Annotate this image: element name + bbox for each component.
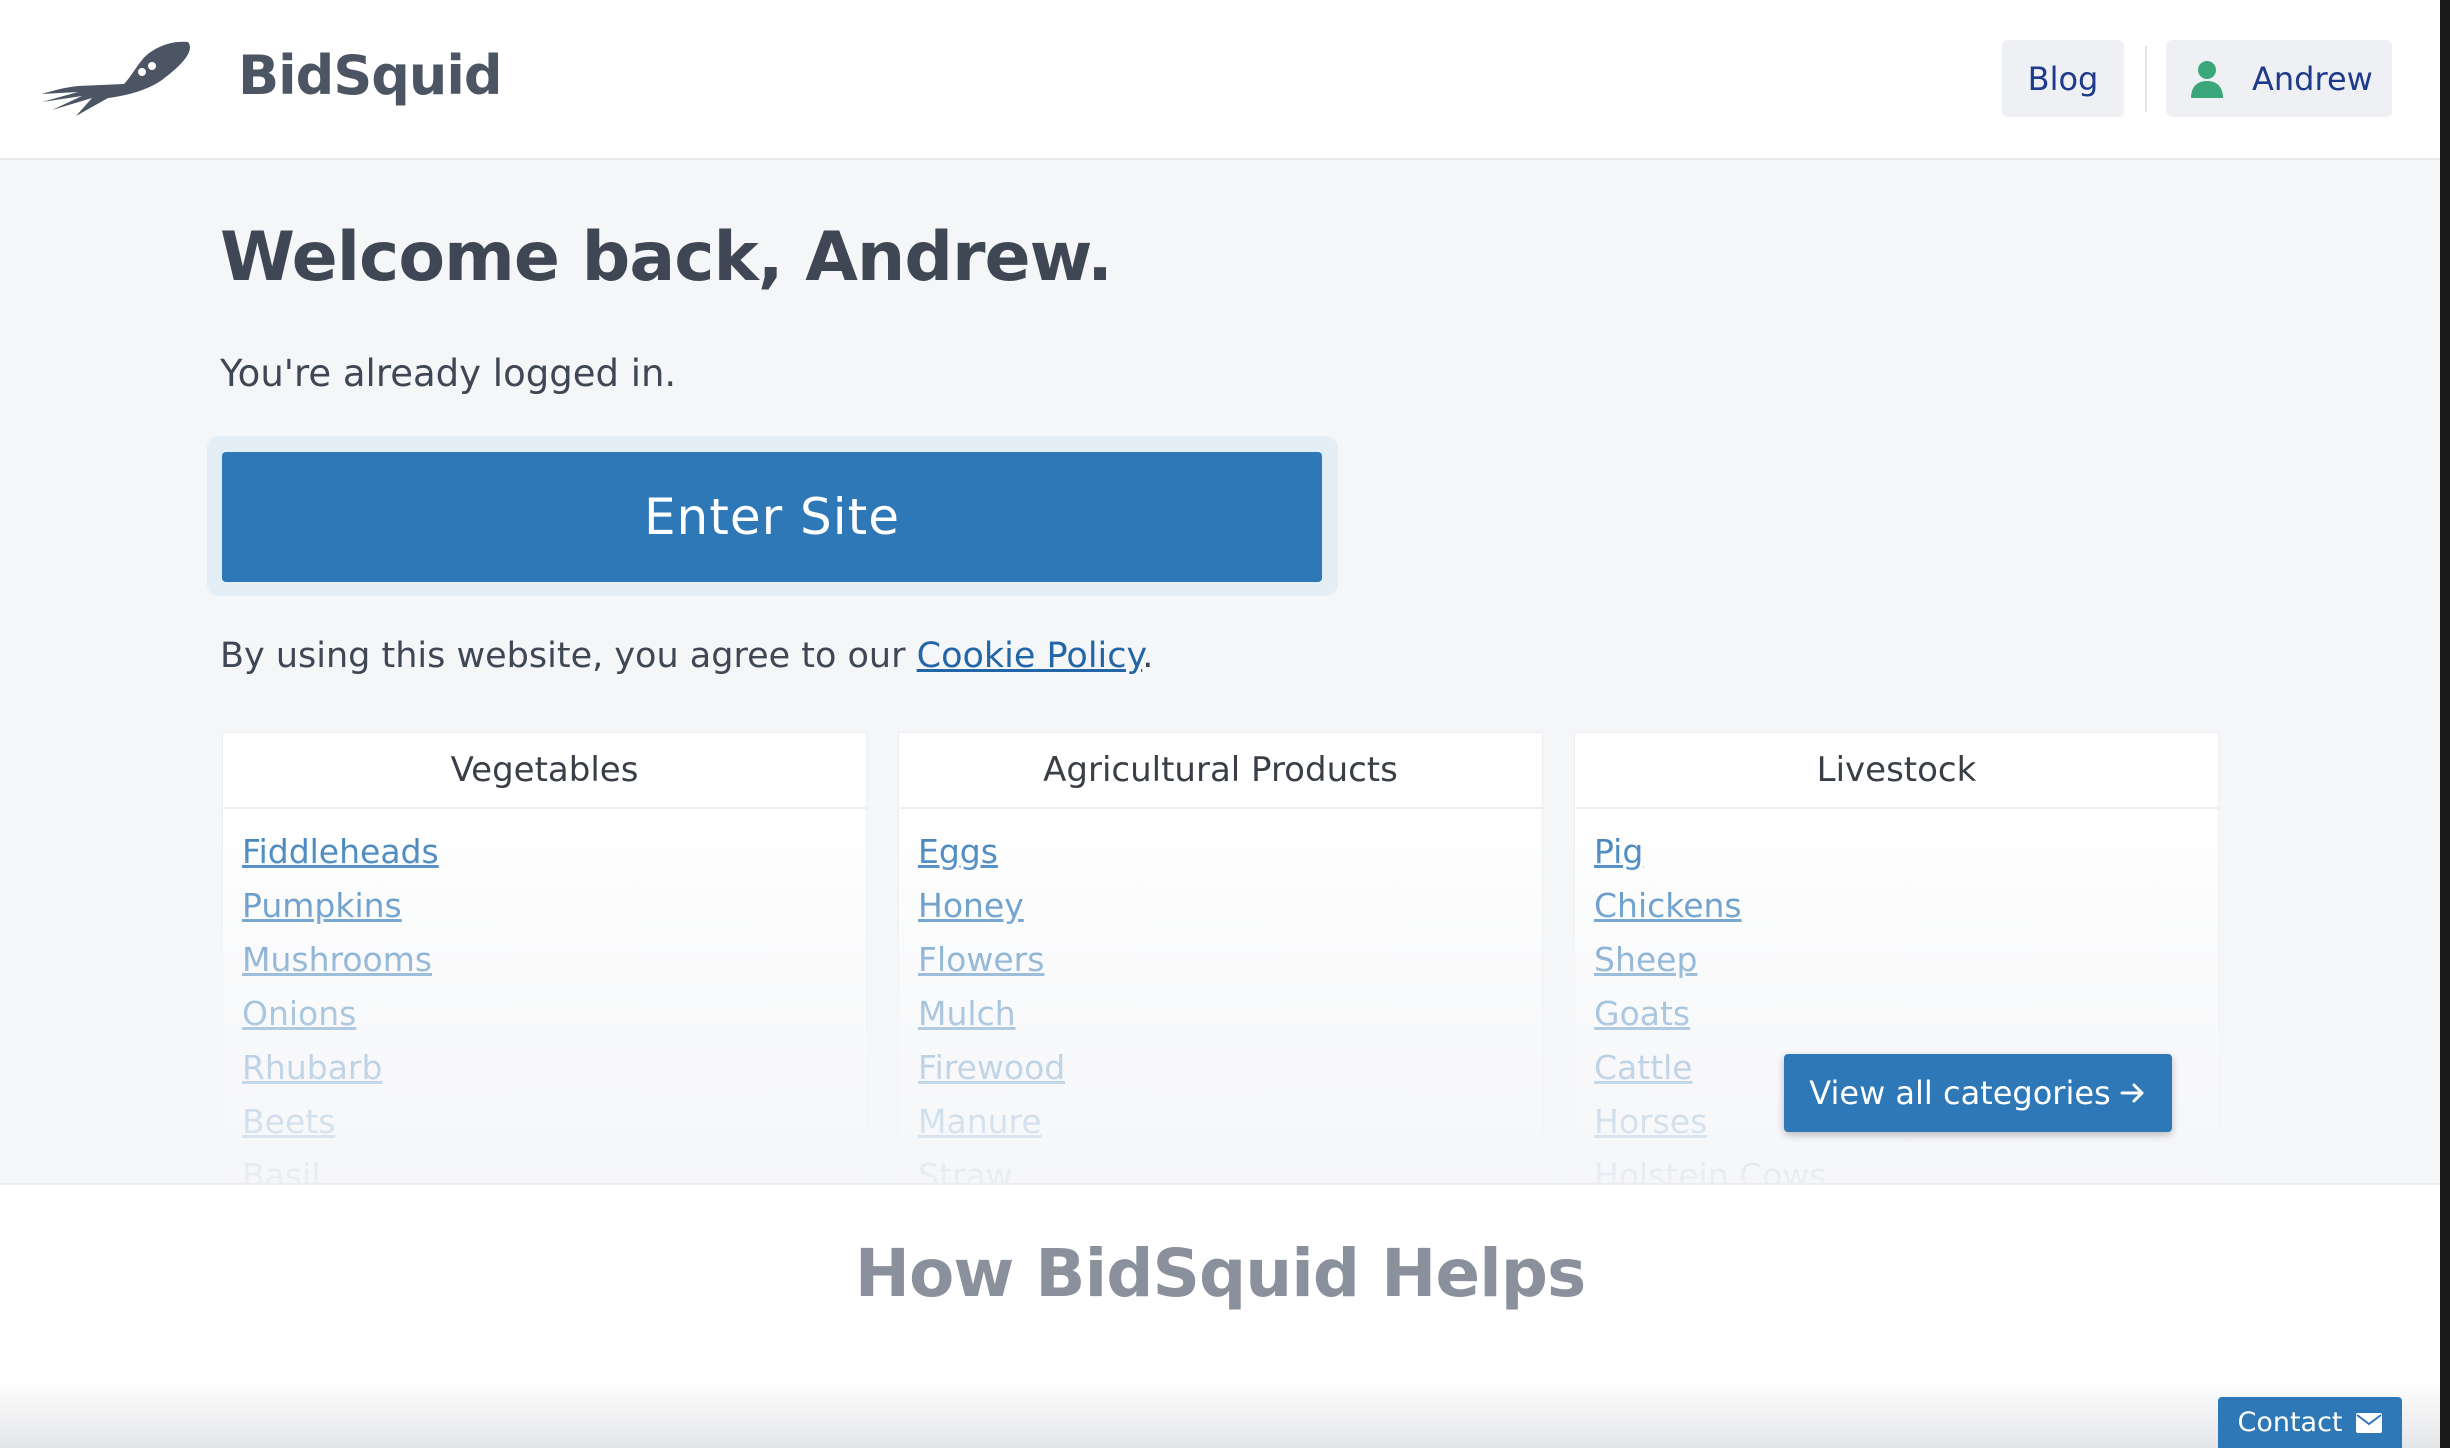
contact-button[interactable]: Contact: [2218, 1397, 2402, 1448]
nav-user-label: Andrew: [2252, 59, 2373, 98]
category-link[interactable]: Pumpkins: [242, 886, 402, 925]
brand-name[interactable]: BidSquid: [238, 44, 502, 107]
cookie-notice-text: By using this website, you agree to our: [220, 636, 917, 676]
category-link[interactable]: Chickens: [1594, 886, 1742, 925]
category-link[interactable]: Mulch: [918, 994, 1016, 1033]
nav-blog-button[interactable]: Blog: [2002, 40, 2124, 117]
category-list: Fiddleheads Pumpkins Mushrooms Onions Rh…: [223, 809, 866, 1203]
cookie-notice: By using this website, you agree to our …: [220, 636, 1153, 676]
category-title: Livestock: [1575, 733, 2218, 809]
category-link[interactable]: Pig: [1594, 832, 1643, 871]
category-title: Agricultural Products: [899, 733, 1542, 809]
site-header: BidSquid Blog Andrew: [0, 0, 2440, 160]
list-item: Chickens: [1594, 879, 2218, 933]
section-title: How BidSquid Helps: [854, 1235, 1586, 1312]
logged-in-message: You're already logged in.: [220, 352, 677, 395]
category-link[interactable]: Firewood: [918, 1048, 1065, 1087]
view-all-label: View all categories: [1809, 1074, 2111, 1112]
list-item: Manure: [918, 1095, 1542, 1149]
mail-icon: [2355, 1412, 2382, 1433]
list-item: Mushrooms: [242, 933, 866, 987]
list-item: Pumpkins: [242, 879, 866, 933]
category-list: Eggs Honey Flowers Mulch Firewood Manure…: [899, 809, 1542, 1203]
category-link[interactable]: Flowers: [918, 940, 1044, 979]
category-link[interactable]: Goats: [1594, 994, 1690, 1033]
category-link[interactable]: Fiddleheads: [242, 832, 439, 871]
cookie-policy-link[interactable]: Cookie Policy: [917, 636, 1143, 676]
arrow-right-icon: [2120, 1083, 2144, 1103]
contact-label: Contact: [2237, 1407, 2343, 1438]
category-link[interactable]: Eggs: [918, 832, 998, 871]
list-item: Beets: [242, 1095, 866, 1149]
category-link[interactable]: Manure: [918, 1102, 1042, 1141]
welcome-heading: Welcome back, Andrew.: [220, 218, 1113, 297]
list-item: Honey: [918, 879, 1542, 933]
list-item: Goats: [1594, 987, 2218, 1041]
category-link[interactable]: Horses: [1594, 1102, 1707, 1141]
category-link[interactable]: Sheep: [1594, 940, 1697, 979]
squid-logo-icon[interactable]: [38, 36, 203, 122]
list-item: Pig: [1594, 825, 2218, 879]
list-item: Sheep: [1594, 933, 2218, 987]
nav-blog-label: Blog: [2027, 59, 2099, 98]
cookie-notice-period: .: [1142, 636, 1154, 676]
category-link[interactable]: Rhubarb: [242, 1048, 382, 1087]
list-item: Flowers: [918, 933, 1542, 987]
category-link[interactable]: Honey: [918, 886, 1024, 925]
user-icon: [2191, 60, 2223, 98]
category-card-vegetables: Vegetables Fiddleheads Pumpkins Mushroom…: [222, 732, 867, 1195]
category-link[interactable]: Cattle: [1594, 1048, 1693, 1087]
window-edge: [2440, 0, 2450, 1448]
enter-site-button[interactable]: Enter Site: [222, 452, 1322, 582]
category-list: Pig Chickens Sheep Goats Cattle Horses H…: [1575, 809, 2218, 1203]
list-item: Firewood: [918, 1041, 1542, 1095]
list-item: Mulch: [918, 987, 1542, 1041]
list-item: Eggs: [918, 825, 1542, 879]
view-all-categories-button[interactable]: View all categories: [1784, 1054, 2172, 1132]
category-link[interactable]: Beets: [242, 1102, 335, 1141]
category-card-agricultural-products: Agricultural Products Eggs Honey Flowers…: [898, 732, 1543, 1195]
list-item: Fiddleheads: [242, 825, 866, 879]
nav-divider: [2145, 46, 2147, 112]
category-title: Vegetables: [223, 733, 866, 809]
bottom-shade: [0, 1380, 2440, 1448]
list-item: Rhubarb: [242, 1041, 866, 1095]
category-link[interactable]: Mushrooms: [242, 940, 432, 979]
category-link[interactable]: Onions: [242, 994, 356, 1033]
list-item: Onions: [242, 987, 866, 1041]
nav-user-button[interactable]: Andrew: [2166, 40, 2392, 117]
page: BidSquid Blog Andrew Welcome back, Andre…: [0, 0, 2440, 1448]
